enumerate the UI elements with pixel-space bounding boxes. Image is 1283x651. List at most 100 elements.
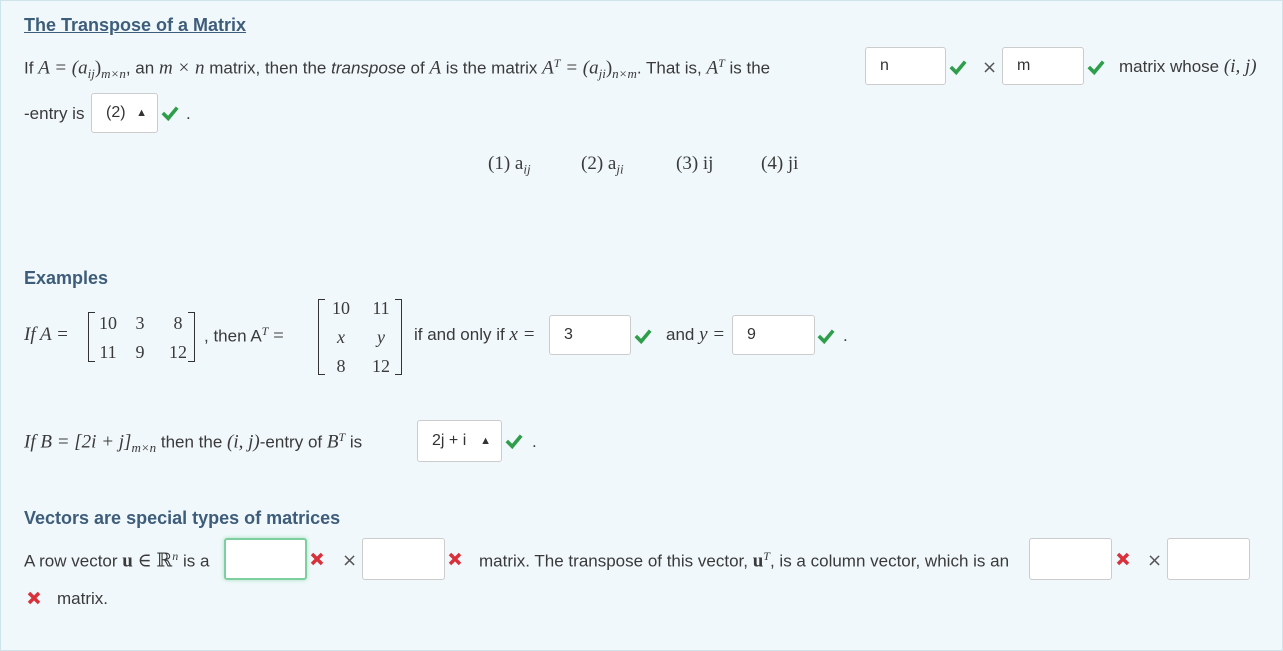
- example-1-period: .: [843, 326, 848, 345]
- row-vector-rows-input[interactable]: [224, 538, 307, 580]
- check-icon: [949, 60, 967, 76]
- intro-T-sup: T: [553, 56, 561, 70]
- matrix-A-cell: 11: [99, 342, 117, 362]
- intro-entry-is: -entry is: [24, 104, 85, 123]
- uT-sup: T: [763, 549, 770, 563]
- examples-heading: Examples: [24, 268, 109, 288]
- matrix-A-cell: 12: [169, 342, 187, 362]
- matrix-AT-left-bracket: [318, 299, 325, 375]
- uT-symbol: u: [752, 550, 764, 572]
- intro-AT: A: [542, 57, 554, 79]
- matrix-AT-right-bracket: [395, 299, 402, 375]
- option-2: (2) aji: [581, 153, 624, 177]
- intro-is-the: is the: [729, 58, 771, 78]
- up-down-arrows-icon: ▲: [136, 107, 147, 119]
- in-R: ∈ ℝ: [137, 550, 173, 572]
- matrix-A-cell: 10: [99, 313, 117, 333]
- intro-line-1-end: matrix whose (i, j): [1119, 56, 1257, 78]
- intro-m-times-n: m × n: [158, 57, 205, 79]
- section-title: The Transpose of a Matrix: [24, 15, 247, 35]
- entry-select[interactable]: (2) ▲: [91, 93, 158, 133]
- matrix-AT-cell: 8: [336, 356, 346, 376]
- vectors-heading: Vectors are special types of matrices: [24, 508, 341, 528]
- x-mark-icon: [27, 591, 41, 605]
- x-mark-icon: [310, 552, 324, 566]
- rows-input[interactable]: n: [865, 47, 946, 85]
- option-4: (4) ji: [761, 153, 799, 174]
- and-label: and: [666, 325, 695, 344]
- option-3: (3) ij: [676, 153, 714, 174]
- intro-eq-aji: = (a: [565, 57, 599, 79]
- matrix-transpose-text: matrix. The transpose of this vector,: [479, 551, 748, 571]
- example-if-A: If A =: [24, 324, 69, 345]
- example-2-period: .: [532, 432, 537, 451]
- intro-A-def: A = (a: [38, 57, 88, 79]
- intro-line-1: If A = (aij)m×n, an m × n matrix, then t…: [24, 56, 770, 82]
- matrix-A-cell: 3: [135, 313, 145, 333]
- column-vector-rows-input[interactable]: [1029, 538, 1112, 580]
- example-B: If B = [2i + j]m×n then the (i, j)-entry…: [24, 430, 362, 456]
- matrix-AT-cell: 12: [372, 356, 390, 376]
- B-entry-select-value: 2j + i: [432, 432, 467, 449]
- column-vector-cols-input[interactable]: [1167, 538, 1250, 580]
- iff-text: if and only if x =: [414, 324, 535, 346]
- intro-ji-sub: ji: [598, 66, 606, 82]
- matrix-AT-cell: 11: [372, 298, 390, 318]
- intro-mxn-sub: m×n: [101, 66, 126, 82]
- matrix-end-text: matrix.: [57, 589, 108, 608]
- column-text: , is a column vector, which is an: [769, 551, 1010, 571]
- cols-input[interactable]: m: [1002, 47, 1084, 85]
- x-input[interactable]: 3: [549, 315, 631, 355]
- y-input[interactable]: 9: [732, 315, 815, 355]
- intro-T-sup-2: T: [718, 56, 725, 70]
- matrix-A-cell: 9: [135, 342, 145, 362]
- intro-if: If: [24, 58, 34, 78]
- intro-matrix-whose: matrix whose: [1119, 57, 1220, 76]
- B-entry-select[interactable]: 2j + i ▲: [417, 420, 502, 462]
- intro-is-the-matrix: is the matrix: [445, 58, 538, 78]
- entry-of-label: -entry of: [259, 432, 323, 452]
- intro-ij-pair: (i, j): [1223, 56, 1257, 77]
- intro-AT-2: A: [706, 57, 719, 79]
- BT-sup: T: [338, 430, 346, 444]
- row-vector-text: A row vector: [24, 551, 118, 571]
- check-icon: [634, 329, 652, 345]
- option-2-label: (2) a: [581, 153, 617, 174]
- matrix-AT-cell: x: [337, 327, 345, 347]
- and-y-text: and y =: [666, 324, 725, 346]
- intro-A: A: [429, 57, 442, 79]
- ij-label: (i, j): [227, 431, 260, 453]
- then-AT-sup: T: [261, 324, 269, 338]
- up-down-arrows-icon: ▲: [480, 435, 491, 447]
- intro-nxm-sub: n×m: [612, 66, 637, 82]
- matrix-A-cell: 8: [173, 313, 183, 333]
- row-vector-cols-input[interactable]: [362, 538, 445, 580]
- then-the-label: then the: [160, 432, 223, 452]
- intro-period: .: [186, 104, 191, 123]
- x-mark-icon: [1116, 552, 1130, 566]
- matrix-AT-cell: 10: [332, 298, 350, 318]
- x-eq: x =: [509, 324, 536, 345]
- then-AT-label: , then A: [204, 326, 262, 346]
- intro-of: of: [410, 58, 425, 78]
- intro-matrix-then: matrix, then the: [209, 58, 327, 78]
- matrix-AT-cell: y: [377, 327, 385, 347]
- is-a-label: is a: [182, 551, 210, 571]
- vectors-line-1: A row vector u ∈ ℝn is a: [24, 549, 209, 573]
- intro-ij-sub: ij: [87, 66, 95, 82]
- times-symbol: ×: [982, 57, 998, 78]
- check-icon: [161, 106, 179, 122]
- if-B-label: If B = [2i + j]: [24, 431, 132, 453]
- is-label: is: [349, 432, 363, 452]
- intro-transpose-word: transpose: [331, 58, 406, 78]
- entry-select-value: (2): [106, 104, 126, 121]
- vectors-line-1-mid: matrix. The transpose of this vector, uT…: [479, 549, 1009, 573]
- option-1: (1) aij: [488, 153, 531, 177]
- times-symbol: ×: [1147, 550, 1163, 571]
- check-icon: [817, 329, 835, 345]
- intro-that-is: . That is,: [636, 58, 702, 78]
- times-symbol: ×: [342, 550, 358, 571]
- u-symbol: u: [122, 550, 133, 572]
- iff-label: if and only if: [414, 325, 505, 344]
- y-eq: y =: [699, 324, 726, 345]
